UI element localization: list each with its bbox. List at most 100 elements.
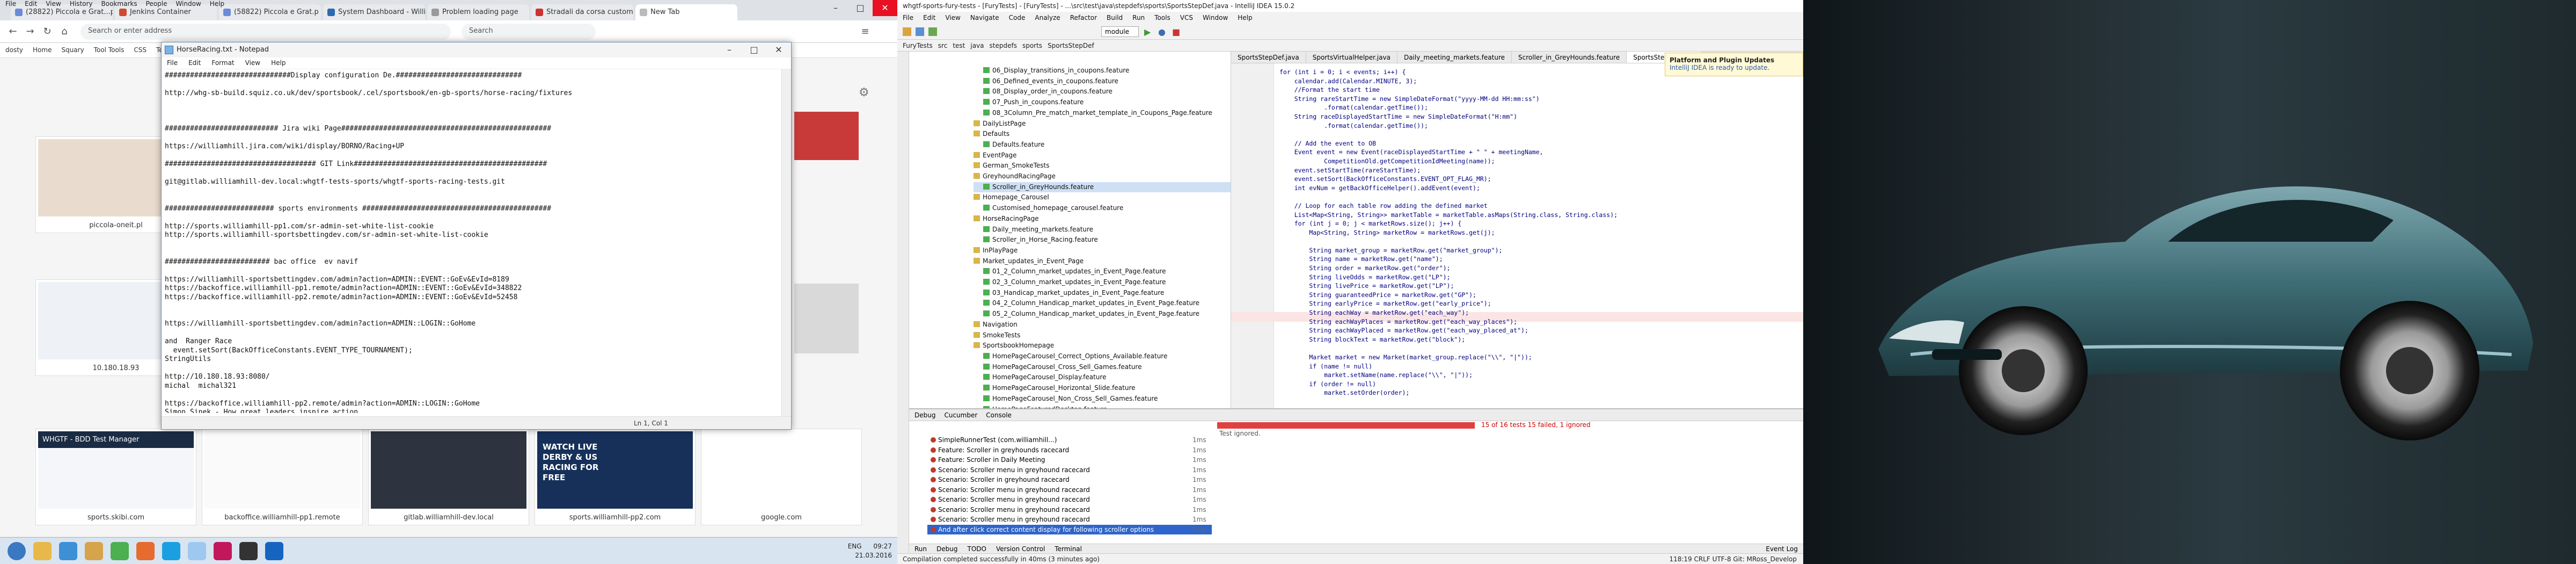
test-result-item[interactable]: Feature: Scroller in Daily Meeting xyxy=(927,455,1212,465)
tree-file[interactable]: 08_Display_order_in_coupons.feature xyxy=(974,86,1231,97)
tab-console[interactable]: Console xyxy=(986,411,1012,419)
tree-file[interactable]: Scroller_in_Horse_Racing.feature xyxy=(974,235,1231,245)
tree-file[interactable]: Daily_meeting_markets.feature xyxy=(974,225,1231,235)
tool-debug[interactable]: Debug xyxy=(936,545,957,553)
ie-icon[interactable] xyxy=(59,541,77,560)
breadcrumb-item[interactable]: sports xyxy=(1022,42,1042,49)
test-result-item[interactable]: Scenario: Scroller menu in greyhound rac… xyxy=(927,465,1212,475)
menu-format[interactable]: Format xyxy=(211,59,234,67)
top-site-tile[interactable]: backoffice.williamhill-pp1.remote xyxy=(202,429,363,525)
test-result-item[interactable]: Scenario: Scroller menu in greyhound rac… xyxy=(927,485,1212,495)
code-text[interactable]: for (int i = 0; i < events; i++) { calen… xyxy=(1279,68,1771,408)
top-site-tile[interactable]: WATCH LIVE DERBY & US RACING FOR FREE sp… xyxy=(535,429,696,525)
tool-run[interactable]: Run xyxy=(914,545,927,553)
test-result-item[interactable]: And after click correct content display … xyxy=(927,524,1212,534)
tree-folder[interactable]: InPlayPage xyxy=(974,245,1231,256)
menu-edit[interactable]: Edit xyxy=(25,0,37,11)
menu-edit[interactable]: Edit xyxy=(923,14,935,21)
menu-people[interactable]: People xyxy=(146,0,167,11)
start-icon[interactable] xyxy=(8,541,26,560)
event-log[interactable]: Event Log xyxy=(1766,545,1798,553)
tree-file[interactable]: 08_3Column_Pre_match_market_template_in_… xyxy=(974,108,1231,119)
menu-file[interactable]: File xyxy=(5,0,16,11)
tree-folder[interactable]: SportsbookHomepage xyxy=(974,341,1231,351)
tree-file[interactable]: 04_2_Column_Handicap_market_updates_in_E… xyxy=(974,298,1231,309)
tree-folder[interactable]: Homepage_Carousel xyxy=(974,192,1231,203)
browser-tab[interactable]: System Dashboard - Willia... xyxy=(323,4,425,20)
bookmark-item[interactable]: Home xyxy=(33,46,52,54)
tool-vcs[interactable]: Version Control xyxy=(996,545,1045,553)
intellij-icon[interactable] xyxy=(214,541,232,560)
minimize-icon[interactable]: – xyxy=(823,0,848,16)
menu-navigate[interactable]: Navigate xyxy=(970,14,999,21)
chrome-icon[interactable] xyxy=(111,541,129,560)
skype-icon[interactable] xyxy=(162,541,180,560)
tree-file[interactable]: HomePageCarousel_Horizontal_Slide.featur… xyxy=(974,383,1231,394)
maximize-icon[interactable]: □ xyxy=(848,0,873,16)
maximize-icon[interactable]: □ xyxy=(742,42,766,57)
sync-icon[interactable] xyxy=(928,27,937,36)
tree-folder[interactable]: German_SmokeTests xyxy=(974,161,1231,171)
breadcrumb-item[interactable]: FuryTests xyxy=(903,42,933,49)
tree-folder[interactable]: Defaults xyxy=(974,129,1231,140)
menu-help[interactable]: Help xyxy=(210,0,224,11)
menu-refactor[interactable]: Refactor xyxy=(1070,14,1097,21)
top-site-tile[interactable]: gitlab.williamhill-dev.local xyxy=(368,429,529,525)
tree-file[interactable]: HomePageCarousel_Correct_Options_Availab… xyxy=(974,351,1231,362)
menu-window[interactable]: Window xyxy=(1203,14,1228,21)
browser-tab[interactable]: (58822) Piccola e Grat.p xyxy=(219,4,321,20)
folder-icon[interactable] xyxy=(85,541,103,560)
tree-file[interactable]: 06_Defined_events_in_coupons.feature xyxy=(974,76,1231,87)
test-result-item[interactable]: SimpleRunnerTest (com.williamhill...) xyxy=(927,435,1212,445)
menu-help[interactable]: Help xyxy=(271,59,286,67)
editor-tab[interactable]: SportsStepDef.java xyxy=(1231,52,1306,63)
test-result-item[interactable]: Scenario: Scroller menu in greyhound rac… xyxy=(927,505,1212,515)
menu-analyze[interactable]: Analyze xyxy=(1035,14,1060,21)
language-indicator[interactable]: ENG xyxy=(848,543,862,550)
gear-icon[interactable]: ⚙ xyxy=(859,86,874,101)
status-info[interactable]: 118:19 CRLF UTF-8 Git: MRoss_Develop xyxy=(1669,555,1797,563)
breadcrumb-item[interactable]: test xyxy=(953,42,965,49)
notification-body[interactable]: IntelliJ IDEA is ready to update. xyxy=(1670,64,1798,71)
menu-window[interactable]: Window xyxy=(175,0,201,11)
tool-todo[interactable]: TODO xyxy=(967,545,986,553)
tree-file[interactable]: HomePageCarousel_Display.feature xyxy=(974,372,1231,383)
top-site-tile[interactable]: google.com xyxy=(701,429,862,525)
clock-date[interactable]: 21.03.2016 xyxy=(855,552,892,559)
search-input[interactable]: Search xyxy=(462,24,596,40)
tree-file[interactable]: HomePageCarousel_Cross_Sell_Games.featur… xyxy=(974,362,1231,373)
tab-cucumber[interactable]: Cucumber xyxy=(944,411,977,419)
menu-file[interactable]: File xyxy=(903,14,913,21)
test-result-item[interactable]: Scenario: Scroller in greyhound racecard xyxy=(927,475,1212,485)
bookmark-item[interactable]: CSS xyxy=(134,46,147,54)
menu-tools[interactable]: Tools xyxy=(1154,14,1170,21)
run-icon[interactable]: ▶ xyxy=(1144,27,1151,37)
tree-file[interactable]: Scroller_in_GreyHounds.feature xyxy=(974,182,1231,193)
test-result-item[interactable]: Feature: Scroller in greyhounds racecard xyxy=(927,445,1212,455)
menu-build[interactable]: Build xyxy=(1107,14,1123,21)
firefox-icon[interactable] xyxy=(136,541,155,560)
menu-view[interactable]: View xyxy=(245,59,260,67)
tree-folder[interactable]: EventPage xyxy=(974,150,1231,161)
menu-history[interactable]: History xyxy=(70,0,93,11)
menu-icon[interactable]: ≡ xyxy=(859,25,872,38)
tree-file[interactable]: 01_2_Column_market_updates_in_Event_Page… xyxy=(974,266,1231,277)
explorer-icon[interactable] xyxy=(33,541,52,560)
forward-icon[interactable]: → xyxy=(24,25,36,38)
editor-tab[interactable]: SportsVirtualHelper.java xyxy=(1306,52,1397,63)
menu-code[interactable]: Code xyxy=(1009,14,1026,21)
open-folder-icon[interactable] xyxy=(903,27,911,36)
close-icon[interactable]: ✕ xyxy=(766,42,791,57)
tree-file[interactable]: 02_3_Column_market_updates_in_Event_Page… xyxy=(974,277,1231,288)
menu-run[interactable]: Run xyxy=(1132,14,1145,21)
tree-file[interactable]: 07_Push_in_coupons.feature xyxy=(974,97,1231,108)
tree-file[interactable]: Customised_homepage_carousel.feature xyxy=(974,203,1231,214)
tree-folder[interactable]: SmokeTests xyxy=(974,330,1231,341)
debug-icon[interactable]: ● xyxy=(1158,27,1166,37)
menu-help[interactable]: Help xyxy=(1238,14,1252,21)
test-result-item[interactable]: Scenario: Scroller menu in greyhound rac… xyxy=(927,515,1212,525)
address-bar[interactable]: Search or enter address xyxy=(80,24,451,40)
menu-bookmarks[interactable]: Bookmarks xyxy=(101,0,137,11)
menu-edit[interactable]: Edit xyxy=(188,59,201,67)
breadcrumb-item[interactable]: SportsStepDef xyxy=(1048,42,1094,49)
